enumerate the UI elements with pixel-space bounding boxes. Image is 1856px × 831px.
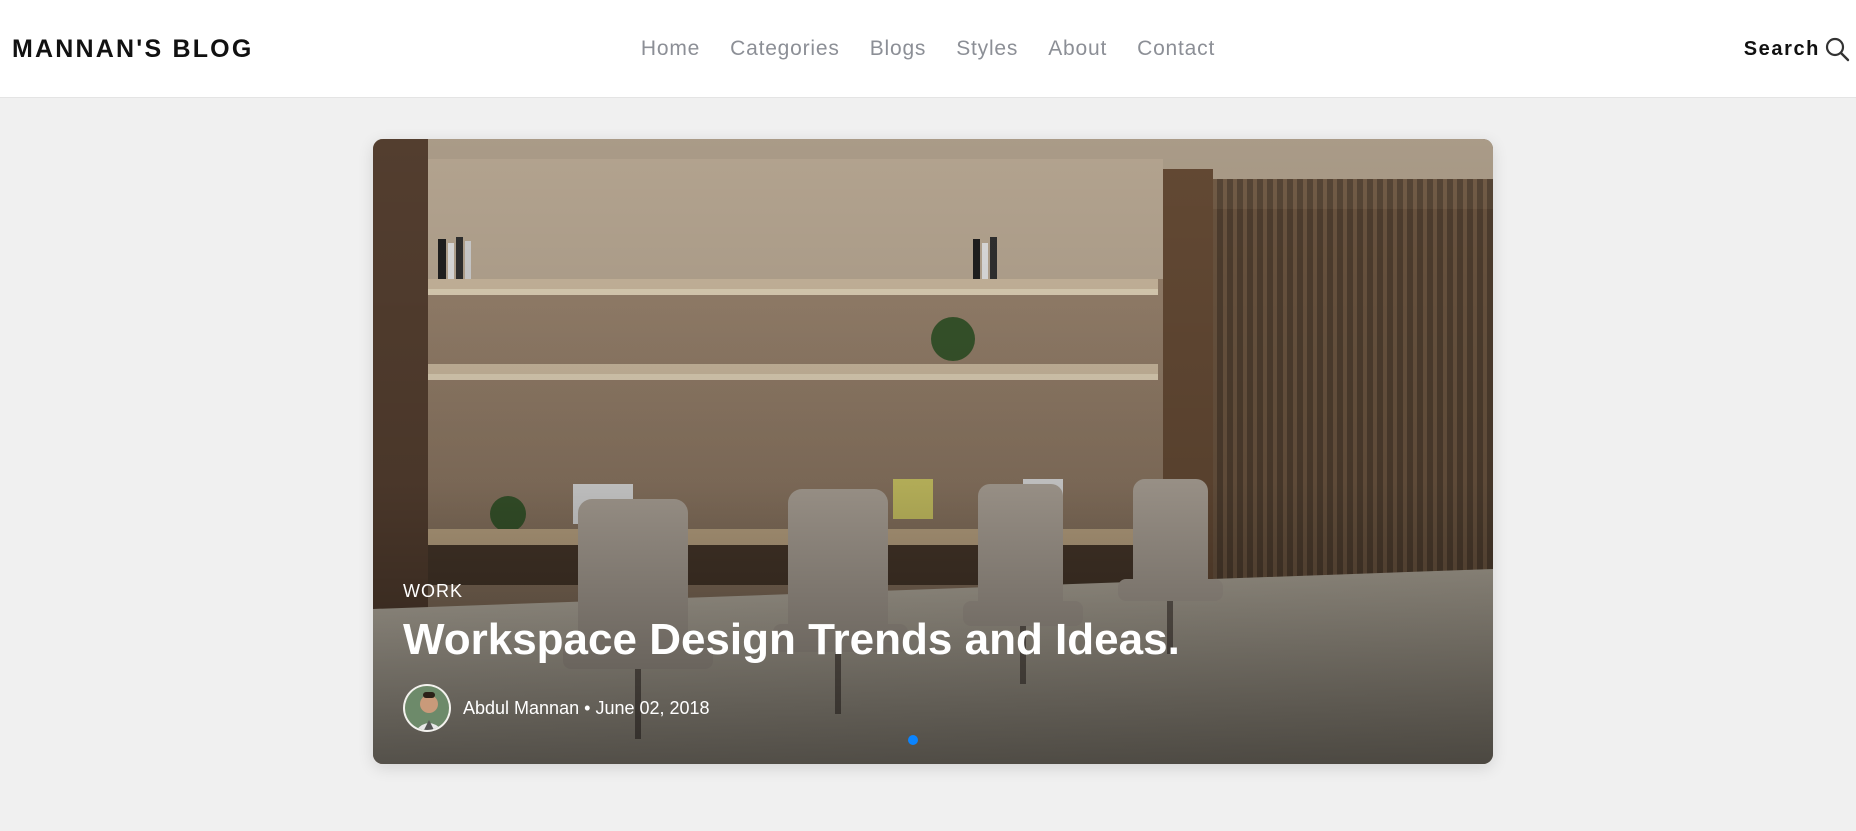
post-byline: Abdul Mannan • June 02, 2018 <box>463 697 710 719</box>
post-author[interactable]: Abdul Mannan <box>463 698 579 718</box>
nav-home[interactable]: Home <box>641 36 700 62</box>
nav-styles[interactable]: Styles <box>956 36 1018 62</box>
site-header: MANNAN'S BLOG Home Categories Blogs Styl… <box>0 0 1856 98</box>
hero-overlay <box>373 139 1493 764</box>
post-date: June 02, 2018 <box>595 698 710 718</box>
post-title[interactable]: Workspace Design Trends and Ideas. <box>403 613 1180 667</box>
nav-blogs[interactable]: Blogs <box>870 36 927 62</box>
meta-separator: • <box>584 698 591 718</box>
post-meta: Abdul Mannan • June 02, 2018 <box>403 684 710 732</box>
slider-dot-active[interactable] <box>908 735 918 745</box>
search-label: Search <box>1743 38 1820 60</box>
nav-about[interactable]: About <box>1048 36 1107 62</box>
site-logo[interactable]: MANNAN'S BLOG <box>12 34 253 64</box>
slider-dots <box>373 735 1493 745</box>
main-nav: Home Categories Blogs Styles About Conta… <box>0 36 1856 62</box>
nav-categories[interactable]: Categories <box>730 36 840 62</box>
featured-post-card[interactable]: WORK Workspace Design Trends and Ideas. … <box>373 139 1493 764</box>
search-button[interactable]: Search <box>1744 36 1850 62</box>
nav-contact[interactable]: Contact <box>1137 36 1215 62</box>
post-category[interactable]: WORK <box>403 580 463 602</box>
author-avatar <box>403 684 451 732</box>
search-icon <box>1824 36 1850 62</box>
